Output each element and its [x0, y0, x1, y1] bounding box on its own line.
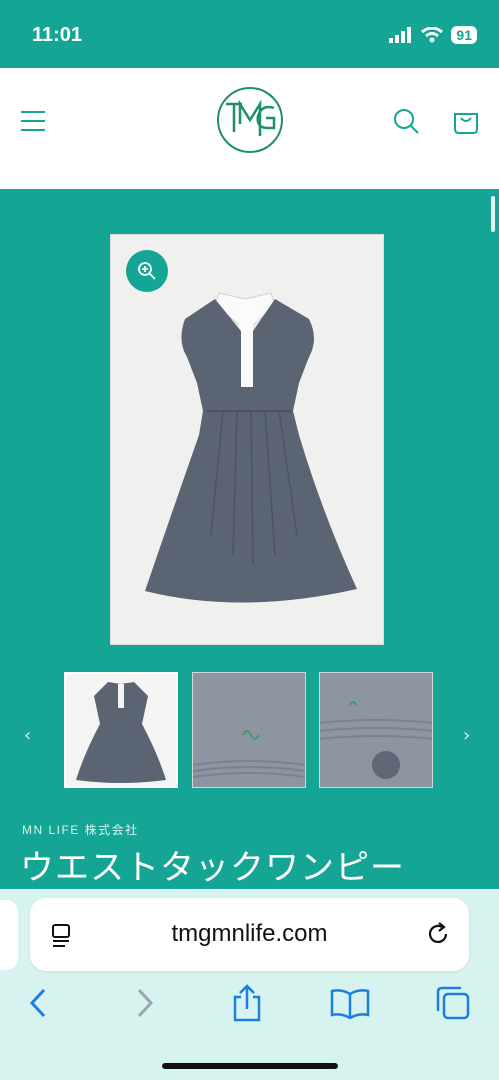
thumbnail-next-arrow[interactable]: › [463, 725, 470, 746]
menu-icon[interactable] [16, 104, 50, 138]
search-icon[interactable] [389, 104, 423, 138]
product-main-image[interactable] [110, 234, 384, 645]
page-scrollbar[interactable] [491, 196, 495, 232]
signal-icon [389, 27, 412, 43]
url-text: tmgmnlife.com [171, 920, 328, 947]
home-indicator [162, 1063, 338, 1069]
tabs-icon[interactable] [433, 983, 473, 1023]
zoom-button[interactable] [126, 250, 168, 292]
status-icons: 91 [389, 26, 477, 44]
thumbnail-prev-arrow[interactable]: ‹ [24, 725, 31, 746]
previous-tab-card[interactable] [0, 900, 18, 970]
thumbnail-3[interactable] [319, 672, 433, 788]
site-logo[interactable] [212, 82, 288, 158]
back-icon[interactable] [18, 983, 58, 1023]
status-bar: 11:01 91 [0, 0, 499, 68]
share-icon[interactable] [227, 983, 267, 1023]
battery-indicator: 91 [451, 26, 477, 44]
status-time: 11:01 [32, 24, 83, 46]
wifi-icon [421, 27, 444, 43]
reload-icon[interactable] [425, 921, 451, 947]
zoom-icon [138, 262, 156, 280]
cart-icon[interactable] [449, 104, 483, 138]
bookmarks-icon[interactable] [330, 983, 370, 1023]
site-header [0, 68, 499, 190]
product-title: ウエストタックワンピー [20, 848, 405, 888]
thumbnail-1[interactable] [64, 672, 178, 788]
product-brand: MN LIFE 株式会社 [22, 823, 139, 837]
thumbnail-2[interactable] [192, 672, 306, 788]
address-bar[interactable]: tmgmnlife.com [30, 898, 469, 971]
forward-icon[interactable] [125, 983, 165, 1023]
